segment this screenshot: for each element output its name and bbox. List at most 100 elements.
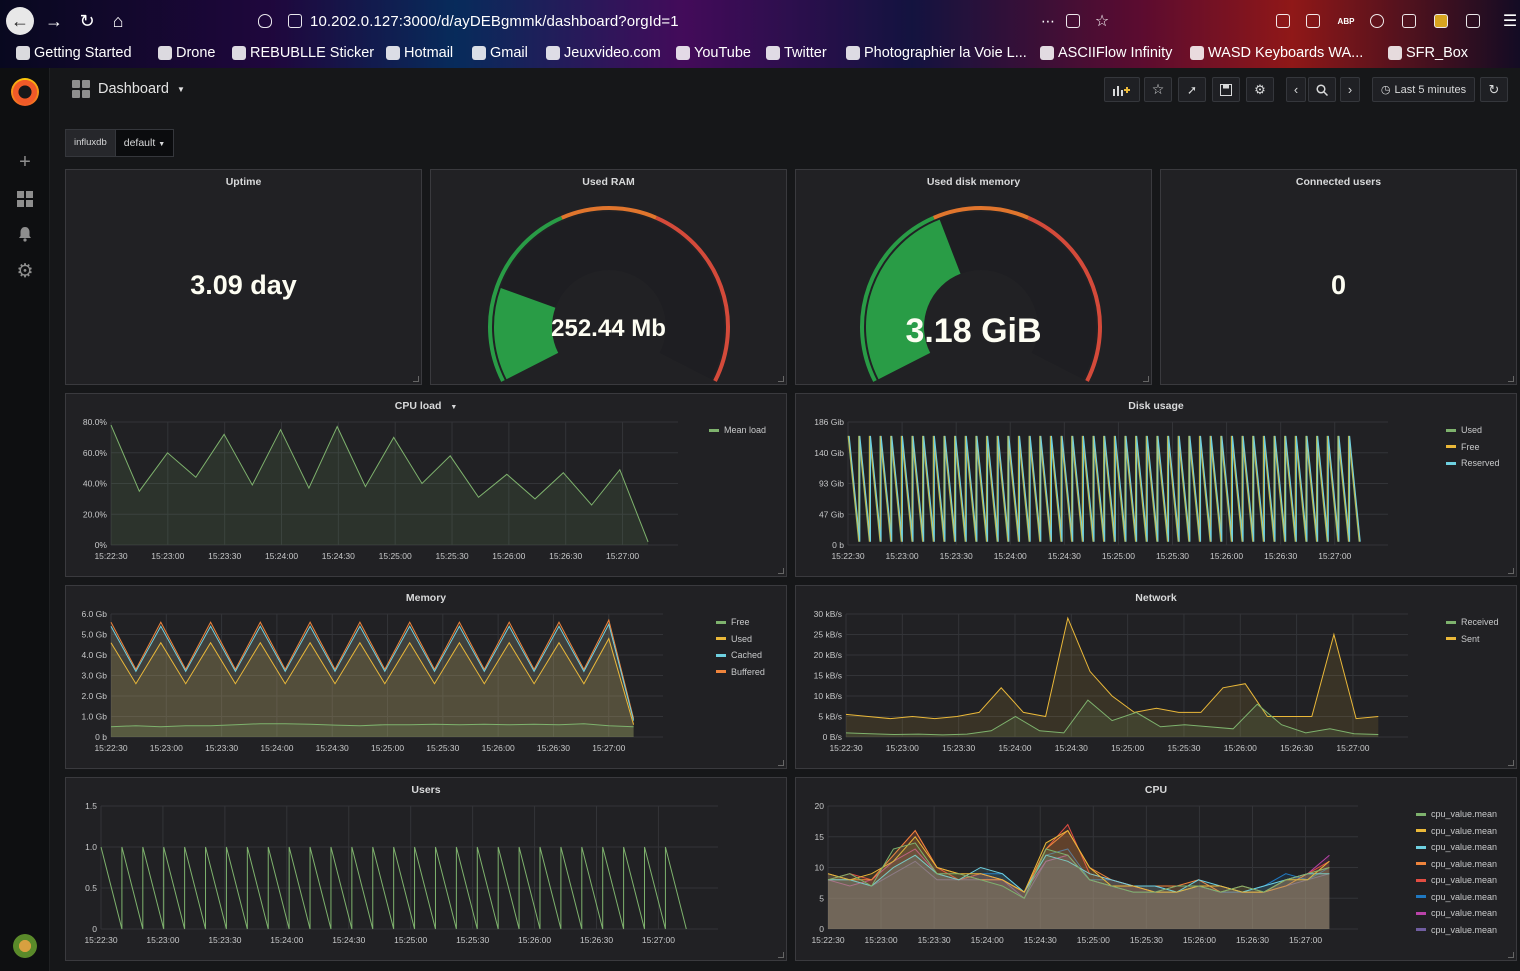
library-icon[interactable]	[1276, 14, 1290, 28]
bookmark-label: Gmail	[490, 45, 528, 61]
zoom-out-button[interactable]	[1308, 77, 1336, 102]
y-tick-label: 30 kB/s	[814, 609, 842, 619]
legend-item[interactable]: Sent	[1446, 631, 1499, 648]
resize-handle[interactable]	[778, 952, 784, 958]
resize-handle[interactable]	[1143, 376, 1149, 382]
bookmark-item[interactable]: YouTube	[676, 45, 751, 61]
bookmark-item[interactable]: Gmail	[472, 45, 528, 61]
legend-item[interactable]: Mean load	[709, 422, 766, 439]
variable-select[interactable]: default ▼	[115, 129, 175, 157]
bookmark-item[interactable]: Hotmail	[386, 45, 453, 61]
panel-title[interactable]: Uptime	[66, 176, 421, 188]
network-panel[interactable]: Network 30 kB/s 25 kB/s 20 kB/s 15 kB/s 10 k…	[795, 585, 1517, 769]
lock-icon[interactable]	[288, 14, 302, 28]
legend-item[interactable]: Used	[716, 631, 765, 648]
legend-item[interactable]: cpu_value.mean	[1416, 823, 1497, 840]
resize-handle[interactable]	[1508, 568, 1514, 574]
used-disk-panel[interactable]: Used disk memory 3.18 GiB	[795, 169, 1152, 385]
bookmark-label: Twitter	[784, 45, 827, 61]
legend-item[interactable]: cpu_value.mean	[1416, 889, 1497, 906]
legend-item[interactable]: Used	[1446, 422, 1500, 439]
bookmark-item[interactable]: SFR_Box	[1388, 45, 1468, 61]
star-icon[interactable]: ☆	[1088, 7, 1116, 35]
extension-icon[interactable]	[1466, 14, 1480, 28]
save-button[interactable]	[1212, 77, 1240, 102]
legend-label: Mean load	[724, 425, 767, 436]
uptime-panel[interactable]: Uptime 3.09 day	[65, 169, 422, 385]
legend-item[interactable]: cpu_value.mean	[1416, 839, 1497, 856]
legend-item[interactable]: cpu_value.mean	[1416, 856, 1497, 873]
resize-handle[interactable]	[1508, 952, 1514, 958]
disk-usage-panel[interactable]: Disk usage 186 Gib 140 Gib 93 Gib 47 Gib 0 b…	[795, 393, 1517, 577]
refresh-button[interactable]: ↻	[1480, 77, 1508, 102]
bookmark-item[interactable]: Drone	[158, 45, 216, 61]
star-dashboard-button[interactable]: ☆	[1144, 77, 1172, 102]
time-range-picker[interactable]: ◷ Last 5 minutes	[1372, 77, 1475, 102]
account-icon[interactable]	[1370, 14, 1384, 28]
url-bar[interactable]: 10.202.0.127:3000/d/ayDEBgmmk/dashboard?…	[310, 13, 679, 30]
resize-handle[interactable]	[778, 568, 784, 574]
bookmark-item[interactable]: WASD Keyboards WA...	[1190, 45, 1363, 61]
grafana-logo-icon[interactable]	[11, 78, 39, 106]
sidebar-icon[interactable]	[1306, 14, 1320, 28]
bookmark-item[interactable]: Photographier la Voie L...	[846, 45, 1027, 61]
share-button[interactable]: ➚	[1178, 77, 1206, 102]
x-tick-label: 15:23:00	[150, 743, 183, 753]
extension-icon[interactable]	[1434, 14, 1448, 28]
users-panel[interactable]: Users 1.5 1.0 0.5 0 15:22:30 15:23:00 15:23:30…	[65, 777, 787, 961]
legend-item[interactable]: cpu_value.mean	[1416, 872, 1497, 889]
cpu-load-panel[interactable]: CPU load ▼ 80.0% 60.0% 40.0% 20.0% 0% 15:22:3…	[65, 393, 787, 577]
bookmark-item[interactable]: Twitter	[766, 45, 827, 61]
legend-label: Cached	[731, 650, 763, 661]
legend-item[interactable]: Reserved	[1446, 455, 1500, 472]
more-icon[interactable]: ⋯	[1034, 7, 1062, 35]
legend-item[interactable]: cpu_value.mean	[1416, 905, 1497, 922]
resize-handle[interactable]	[1508, 376, 1514, 382]
bell-icon[interactable]	[14, 223, 36, 245]
legend-item[interactable]: cpu_value.mean	[1416, 922, 1497, 939]
shield-icon[interactable]	[258, 14, 272, 28]
resize-handle[interactable]	[413, 376, 419, 382]
plus-icon[interactable]: +	[14, 151, 36, 173]
used-ram-panel[interactable]: Used RAM 252.44 Mb	[430, 169, 787, 385]
legend-item[interactable]: cpu_value.mean	[1416, 806, 1497, 823]
cpu-panel[interactable]: CPU 20 15 10 5 0 15:22:30 15:23:00 15:23:30 15:2…	[795, 777, 1517, 961]
bookmark-item[interactable]: REBUBLLE Sticker	[232, 45, 374, 61]
pocket-icon[interactable]	[1066, 14, 1080, 28]
resize-handle[interactable]	[778, 760, 784, 766]
panel-title[interactable]: Connected users	[1161, 176, 1516, 188]
avatar[interactable]	[13, 934, 37, 958]
back-arrow-icon[interactable]: ←	[6, 7, 34, 35]
gear-icon: ⚙	[1254, 81, 1266, 97]
legend-item[interactable]: Cached	[716, 647, 765, 664]
forward-arrow-icon[interactable]: →	[40, 7, 68, 35]
legend-item[interactable]: Free	[1446, 439, 1500, 456]
legend-item[interactable]: Free	[716, 614, 765, 631]
legend-label: Reserved	[1461, 458, 1500, 469]
time-forward-button[interactable]: ›	[1340, 77, 1360, 102]
bookmark-item[interactable]: Jeuxvideo.com	[546, 45, 661, 61]
connected-users-panel[interactable]: Connected users 0	[1160, 169, 1517, 385]
settings-button[interactable]: ⚙	[1246, 77, 1274, 102]
legend-swatch	[1416, 878, 1426, 882]
resize-handle[interactable]	[778, 376, 784, 382]
memory-panel[interactable]: Memory 6.0 Gb 5.0 Gb 4.0 Gb 3.0 Gb 2.0 Gb 1.0…	[65, 585, 787, 769]
reload-icon[interactable]: ↻	[73, 7, 101, 35]
add-panel-button[interactable]	[1104, 77, 1140, 102]
extension-icon[interactable]	[1402, 14, 1416, 28]
time-back-button[interactable]: ‹	[1286, 77, 1306, 102]
menu-icon[interactable]: ☰	[1496, 7, 1520, 35]
bookmark-item[interactable]: ASCIIFlow Infinity	[1040, 45, 1172, 61]
resize-handle[interactable]	[1508, 760, 1514, 766]
bookmark-item[interactable]: Getting Started	[16, 45, 132, 61]
dashboards-icon[interactable]	[14, 188, 36, 210]
add-panel-icon	[1113, 85, 1130, 96]
dashboard-title: Dashboard	[98, 81, 169, 97]
abp-icon[interactable]: ABP	[1332, 7, 1360, 35]
dashboard-picker[interactable]: Dashboard ▼	[72, 80, 185, 98]
home-icon[interactable]: ⌂	[104, 7, 132, 35]
gear-icon[interactable]: ⚙	[14, 260, 36, 282]
y-tick-label: 5 kB/s	[818, 712, 842, 722]
legend-item[interactable]: Received	[1446, 614, 1499, 631]
legend-item[interactable]: Buffered	[716, 664, 765, 681]
